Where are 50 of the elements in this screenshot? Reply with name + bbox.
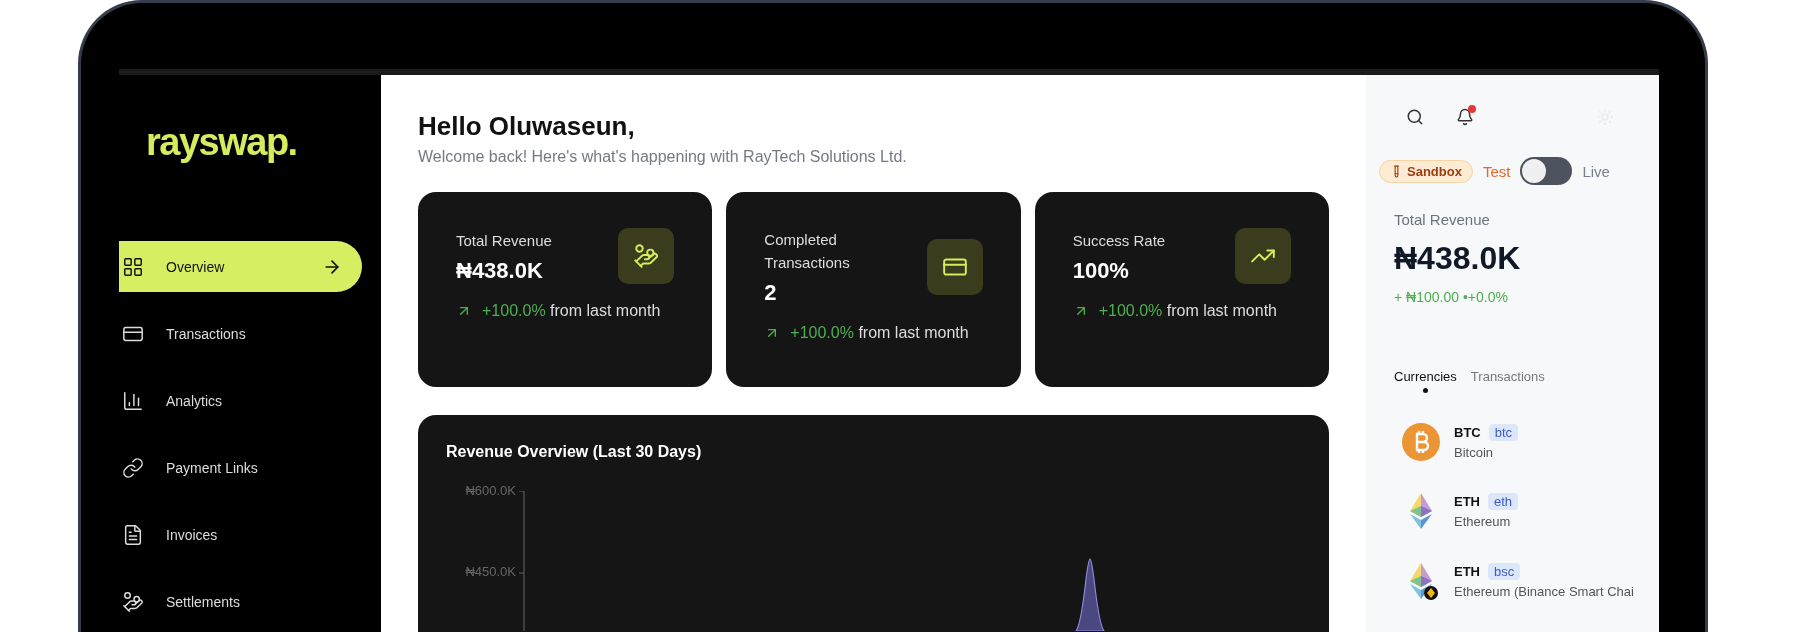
currency-symbol: BTC <box>1454 425 1481 440</box>
greeting-heading: Hello Oluwaseun, <box>418 111 636 142</box>
nav-icon <box>122 590 144 613</box>
stat-label: Success Rate <box>1072 230 1167 251</box>
stat-label: Completed Transactions <box>764 230 851 273</box>
stat-icon <box>1235 228 1291 284</box>
network-tag: btc <box>1488 424 1519 441</box>
welcome-text: Welcome back! Here's what's happening with RayTech Solutions Ltd. <box>418 148 908 166</box>
network-tag: eth <box>1488 493 1519 510</box>
stat-value: ₦438.0K <box>456 257 544 284</box>
stat-icon <box>618 228 675 284</box>
nav-icon <box>122 523 144 546</box>
currency-symbol: ETH <box>1454 564 1480 579</box>
sidebar-item[interactable]: Settlements <box>119 576 362 627</box>
test-mode-label: Test <box>1482 162 1511 180</box>
currency-name: Ethereum (Binance Smart Chai <box>1454 584 1634 599</box>
sidebar-item[interactable]: Overview <box>119 241 362 292</box>
y-tick-label: ₦450.0K <box>465 564 516 579</box>
stat-value: 100% <box>1072 257 1130 284</box>
change-text: +100.0% from last month <box>790 324 969 342</box>
y-tick-label: ₦600.0K <box>465 483 516 498</box>
stat-value: 2 <box>764 280 778 306</box>
mode-toggle[interactable] <box>1520 157 1573 185</box>
currency-symbol: ETH <box>1454 494 1480 509</box>
stat-label: Total Revenue <box>456 230 553 251</box>
currency-name: Bitcoin <box>1454 445 1495 460</box>
bell-icon[interactable] <box>1456 108 1474 126</box>
change-text: +100.0% from last month <box>482 302 661 320</box>
revenue-change: + ₦100.00 •+0.0% <box>1394 289 1509 305</box>
panel-tab[interactable]: Currencies <box>1394 369 1457 393</box>
sidebar-item[interactable]: Invoices <box>119 509 362 560</box>
search-icon[interactable] <box>1406 108 1424 126</box>
nav-icon <box>122 389 144 412</box>
nav-icon <box>122 456 144 479</box>
network-tag: bsc <box>1488 563 1521 580</box>
nav-icon <box>122 255 144 278</box>
panel-tab[interactable]: Transactions <box>1470 369 1545 393</box>
change-text: +100.0% from last month <box>1098 302 1277 320</box>
chart-title: Revenue Overview (Last 30 Days) <box>446 443 703 461</box>
sidebar-item[interactable]: Payment Links <box>119 442 362 493</box>
revenue-value: ₦438.0K <box>1394 240 1522 277</box>
currency-name: Ethereum <box>1454 514 1512 529</box>
bitcoin-logo-icon <box>1402 423 1440 461</box>
revenue-label: Total Revenue <box>1394 211 1491 228</box>
stat-icon <box>926 239 983 295</box>
badge-label: Sandbox <box>1407 163 1462 179</box>
live-mode-label: Live <box>1582 162 1610 180</box>
logo: rayswap. <box>146 121 298 165</box>
sidebar-item[interactable]: Transactions <box>119 308 362 359</box>
sidebar-item[interactable]: Analytics <box>119 375 362 426</box>
